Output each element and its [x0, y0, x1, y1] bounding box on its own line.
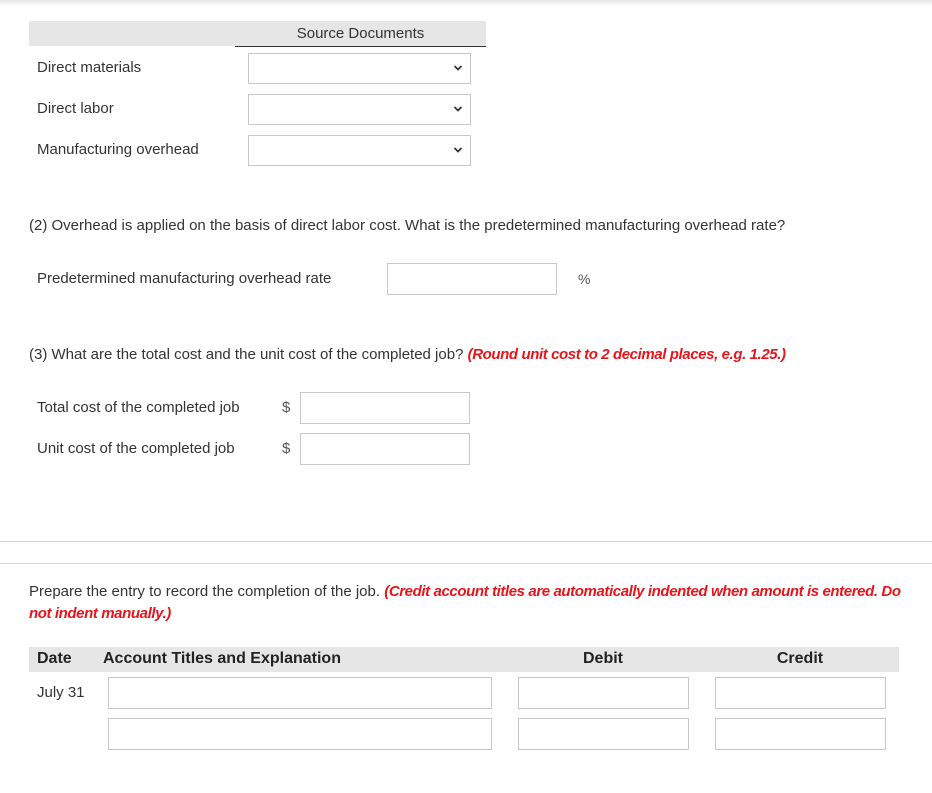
account-title-input-1[interactable] [108, 677, 492, 709]
account-title-input-2[interactable] [108, 718, 492, 750]
section-divider [0, 563, 932, 564]
row-label-manufacturing-overhead: Manufacturing overhead [37, 141, 199, 158]
total-cost-input[interactable] [300, 392, 470, 424]
debit-input-2[interactable] [518, 718, 689, 750]
column-header-debit: Debit [583, 650, 623, 667]
dollar-sign: $ [282, 399, 291, 416]
overhead-rate-label: Predetermined manufacturing overhead rat… [37, 270, 332, 287]
part2-question: (2) Overhead is applied on the basis of … [29, 217, 786, 234]
chevron-down-icon [453, 147, 463, 153]
column-header-credit: Credit [776, 650, 824, 667]
credit-input-2[interactable] [715, 718, 886, 750]
source-documents-header: Source Documents [296, 25, 425, 42]
journal-date: July 31 [37, 684, 85, 701]
top-shadow [0, 0, 932, 6]
total-cost-label: Total cost of the completed job [37, 399, 240, 416]
dollar-sign: $ [282, 440, 291, 457]
credit-input-1[interactable] [715, 677, 886, 709]
column-header-account: Account Titles and Explanation [103, 650, 341, 667]
percent-unit: % [578, 271, 591, 287]
journal-instruction: Prepare the entry to record the completi… [29, 581, 909, 625]
overhead-rate-input[interactable] [387, 263, 557, 295]
debit-input-1[interactable] [518, 677, 689, 709]
part3-question-text: (3) What are the total cost and the unit… [29, 346, 464, 363]
header-underline [235, 46, 486, 47]
unit-cost-label: Unit cost of the completed job [37, 440, 235, 457]
journal-instruction-text: Prepare the entry to record the completi… [29, 583, 381, 600]
manufacturing-overhead-source-select[interactable] [248, 135, 471, 166]
chevron-down-icon [453, 106, 463, 112]
part3-hint: (Round unit cost to 2 decimal places, e.… [467, 346, 786, 363]
chevron-down-icon [453, 65, 463, 71]
direct-materials-source-select[interactable] [248, 53, 471, 84]
unit-cost-input[interactable] [300, 433, 470, 465]
direct-labor-source-select[interactable] [248, 94, 471, 125]
row-label-direct-labor: Direct labor [37, 100, 114, 117]
section-divider [0, 541, 932, 542]
column-header-date: Date [37, 650, 72, 667]
part3-question: (3) What are the total cost and the unit… [29, 346, 786, 363]
row-label-direct-materials: Direct materials [37, 59, 142, 76]
